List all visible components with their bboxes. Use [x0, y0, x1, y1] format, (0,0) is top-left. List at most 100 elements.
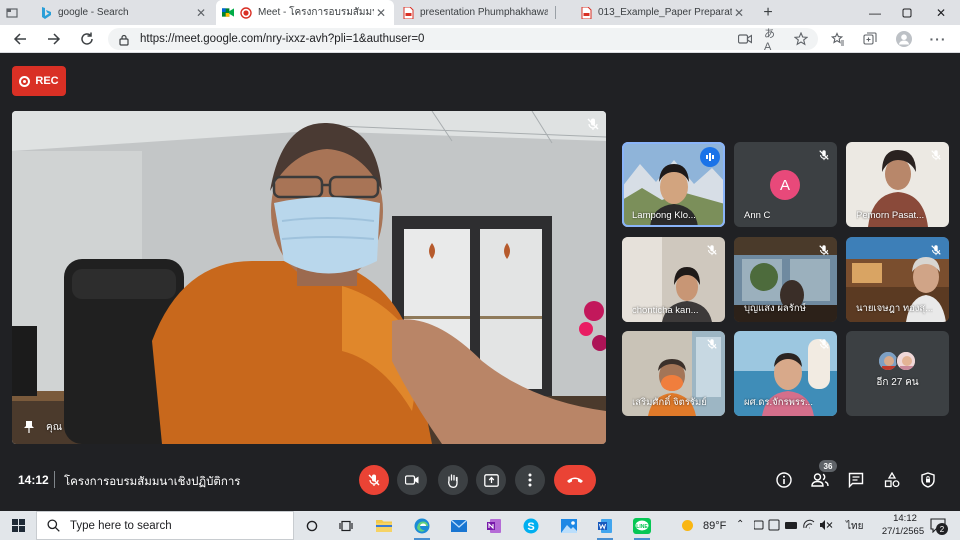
camera-toggle-button[interactable] — [397, 465, 427, 495]
participant-name: นายเจษฎา ทองสุ... — [856, 303, 934, 314]
close-icon[interactable]: ✕ — [374, 6, 388, 20]
close-window-button[interactable]: ✕ — [926, 0, 956, 25]
skype-button[interactable]: S — [519, 514, 543, 537]
minimize-button[interactable]: — — [860, 0, 890, 25]
folder-icon — [376, 520, 392, 532]
tab-divider — [555, 6, 556, 19]
speaking-indicator-icon — [700, 147, 720, 167]
tab-meet[interactable]: Meet - โครงการอบรมสัมมนาเชิ ✕ — [216, 0, 394, 25]
raise-hand-button[interactable] — [438, 465, 468, 495]
pdf-icon — [580, 6, 592, 19]
present-icon — [483, 473, 499, 487]
line-button[interactable]: LINE — [630, 514, 654, 540]
microphone-toggle-button[interactable] — [359, 465, 389, 495]
word-icon — [598, 518, 612, 533]
more-options-button[interactable] — [515, 465, 545, 495]
participant-tile-sermsak[interactable]: เสริมศักดิ์ จิตรรัมย์ — [622, 331, 725, 416]
participant-tile-boonsaeng[interactable]: บุญแสง ผลรักษ์ — [734, 237, 837, 322]
profile-avatar[interactable] — [895, 30, 913, 48]
input-language[interactable]: ไทย — [846, 519, 863, 534]
favorite-star-icon[interactable] — [792, 30, 810, 48]
edge-icon — [414, 518, 430, 533]
photos-icon — [561, 518, 577, 533]
translate-icon[interactable]: あA — [764, 28, 782, 53]
favorites-icon[interactable] — [829, 30, 847, 48]
camera-in-use-icon[interactable] — [736, 30, 754, 48]
tray-icons[interactable] — [753, 518, 836, 535]
activities-button[interactable] — [881, 469, 903, 491]
participant-name: เสริมศักดิ์ จิตรรัมย์ — [632, 397, 707, 408]
meet-icon — [222, 7, 234, 19]
mic-off-icon — [703, 335, 721, 353]
more-participants-tile[interactable]: อีก 27 คน — [846, 331, 949, 416]
mic-off-icon — [368, 474, 380, 486]
pin-icon[interactable] — [20, 418, 38, 436]
participant-name: Lampong Klo... — [632, 210, 696, 221]
more-menu-icon[interactable]: ··· — [929, 30, 947, 48]
main-video-tile[interactable]: คุณ — [12, 111, 606, 444]
people-icon — [811, 473, 829, 487]
notification-center-button[interactable]: 2 — [928, 514, 948, 537]
task-view-button[interactable] — [334, 514, 358, 537]
task-view-icon — [339, 520, 353, 531]
pdf-icon — [402, 6, 414, 19]
collections-icon[interactable] — [861, 30, 879, 48]
search-icon — [47, 519, 60, 532]
camera-icon — [405, 475, 419, 485]
close-icon[interactable]: ✕ — [732, 6, 746, 20]
windows-taskbar: Type here to search S LINE 89°F ⌃ ไทย 14… — [0, 511, 960, 540]
participant-tile-ann-c[interactable]: A Ann C — [734, 142, 837, 227]
recording-badge[interactable]: REC — [12, 66, 66, 96]
arrow-right-icon — [48, 33, 61, 45]
mic-off-icon — [584, 115, 602, 133]
notification-count-badge: 2 — [936, 523, 948, 535]
tab-google-search[interactable]: google - Search ✕ — [34, 0, 214, 25]
mic-off-icon — [815, 146, 833, 164]
chevron-up-icon[interactable]: ⌃ — [736, 519, 744, 530]
forward-button[interactable] — [44, 29, 64, 49]
host-controls-button[interactable] — [917, 469, 939, 491]
taskbar-search-input[interactable]: Type here to search — [36, 511, 294, 540]
address-bar[interactable]: https://meet.google.com/nry-ixxz-avh?pli… — [108, 28, 818, 50]
cortana-button[interactable] — [300, 514, 324, 537]
leave-call-button[interactable] — [554, 465, 596, 495]
tab-label: Meet - โครงการอบรมสัมมนาเชิ — [258, 7, 374, 18]
people-count-badge: 36 — [819, 460, 837, 472]
people-button[interactable] — [809, 469, 831, 491]
photos-button[interactable] — [557, 514, 581, 537]
refresh-button[interactable] — [77, 29, 97, 49]
participant-tile-jessada[interactable]: นายเจษฎา ทองสุ... — [846, 237, 949, 322]
refresh-icon — [81, 32, 93, 45]
meeting-details-button[interactable] — [773, 469, 795, 491]
present-screen-button[interactable] — [476, 465, 506, 495]
new-tab-button[interactable]: + — [756, 0, 780, 25]
weather-sun-icon[interactable] — [680, 514, 694, 537]
participant-tile-chonticha[interactable]: chonticha kan... — [622, 237, 725, 322]
onenote-button[interactable] — [482, 514, 506, 537]
tab-example-paper-pdf[interactable]: 013_Example_Paper Preparation ✕ — [574, 0, 752, 25]
word-button[interactable] — [593, 514, 617, 540]
file-explorer-button[interactable] — [372, 514, 396, 537]
tab-actions-button[interactable] — [0, 0, 28, 25]
mail-button[interactable] — [447, 514, 471, 537]
meeting-title: โครงการอบรมสัมมนาเชิงปฏิบัติการ — [64, 476, 241, 488]
close-icon[interactable]: ✕ — [194, 6, 208, 20]
participant-tile-jakkraphan[interactable]: ผศ.ดร.จักรพรร... — [734, 331, 837, 416]
weather-temperature[interactable]: 89°F — [703, 520, 726, 532]
tab-presentation-pdf[interactable]: presentation Phumphakhawat — [396, 0, 554, 25]
participant-name: ผศ.ดร.จักรพรร... — [744, 397, 813, 408]
lock-icon[interactable] — [118, 33, 130, 46]
clock-time[interactable]: 14:12 — [880, 513, 930, 524]
mic-off-icon — [815, 241, 833, 259]
chat-button[interactable] — [845, 469, 867, 491]
edge-browser-button[interactable] — [410, 514, 434, 540]
participant-name: Pemorn Pasat... — [856, 210, 925, 221]
plus-icon: + — [763, 3, 773, 21]
participant-tile-pemorn[interactable]: Pemorn Pasat... — [846, 142, 949, 227]
participant-tile-lampong[interactable]: Lampong Klo... — [622, 142, 725, 227]
clock-date[interactable]: 27/1/2565 — [873, 526, 933, 537]
record-icon — [19, 75, 31, 87]
start-button[interactable] — [0, 511, 36, 540]
maximize-button[interactable] — [892, 0, 922, 25]
back-button[interactable] — [10, 29, 30, 49]
